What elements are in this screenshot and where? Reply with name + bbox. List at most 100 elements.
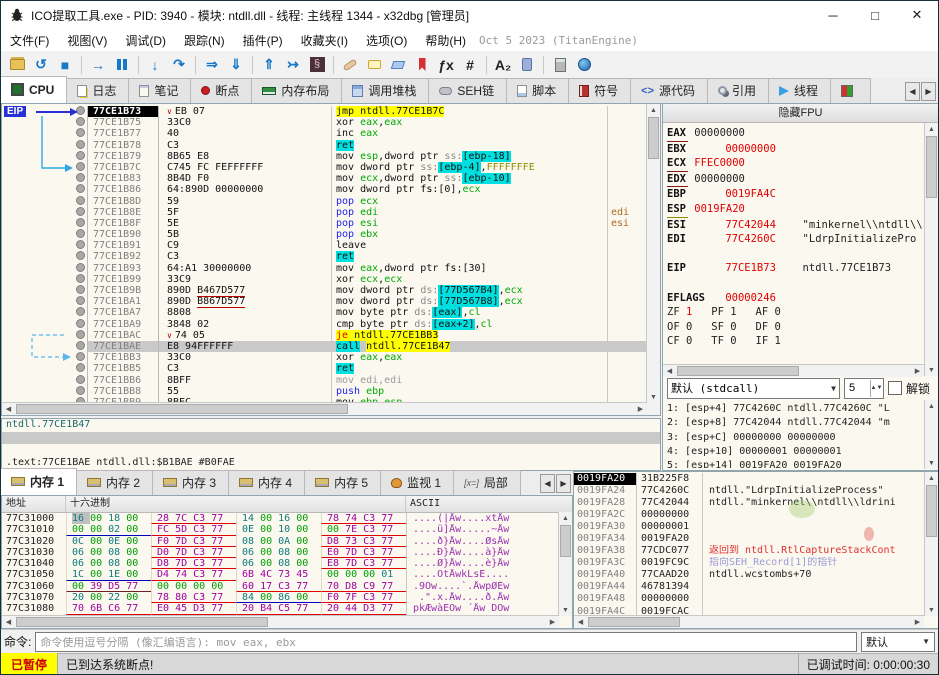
breakpoint-dot[interactable] — [76, 329, 85, 339]
registers-vertical-scrollbar[interactable]: ▲ ▼ — [924, 123, 938, 376]
breakpoint-dot[interactable] — [76, 184, 85, 194]
menu-item-f[interactable]: 文件(F) — [1, 32, 58, 50]
scroll-up-arrow[interactable]: ▲ — [559, 512, 572, 524]
tab-内存布局[interactable]: 内存布局 — [251, 78, 343, 103]
run-icon[interactable]: → — [87, 55, 109, 75]
scroll-down-arrow[interactable]: ▼ — [925, 457, 938, 469]
menu-item-v[interactable]: 视图(V) — [58, 32, 116, 50]
disasm-row[interactable]: 77CE1B8F 5E pop esi esi — [2, 217, 647, 230]
hide-fpu-button[interactable]: 隐藏FPU — [663, 104, 938, 123]
scroll-up-arrow[interactable]: ▲ — [925, 472, 938, 484]
scroll-left-arrow[interactable]: ◀ — [2, 403, 15, 415]
memtab-局部[interactable]: [x=] 局部 — [453, 470, 521, 495]
step-into-icon[interactable]: ↓ — [144, 55, 166, 75]
scroll-up-arrow[interactable]: ▲ — [925, 123, 938, 135]
disasm-vertical-scrollbar[interactable]: ▲ ▼ — [646, 104, 660, 415]
tab-脚本[interactable]: 脚本 — [506, 78, 570, 103]
disasm-row[interactable]: 77CE1B77 40 inc eax — [2, 128, 647, 140]
dump-row[interactable]: 77C31070 20 00 22 00 78 80 C3 77 84 00 86 0… — [2, 592, 572, 604]
disasm-row[interactable]: 77CE1BB8 55 push ebp — [2, 385, 647, 397]
stack-row[interactable]: 0019FA40 77CAAD20 ntdll.wcstombs+70 — [574, 569, 924, 582]
calling-convention-select[interactable]: 默认 (stdcall) ▼ — [667, 377, 840, 399]
breakpoint-dot[interactable] — [76, 296, 85, 306]
animate-icon[interactable]: § — [306, 55, 328, 75]
stack-row[interactable]: 0019FA2C 00000000 — [574, 509, 924, 522]
tab-scroll-left[interactable]: ◀ — [905, 82, 920, 101]
breakpoint-dot[interactable] — [76, 173, 85, 183]
tab-scroll-right[interactable]: ▶ — [921, 82, 936, 101]
stack-row[interactable]: 0019FA44 46781394 — [574, 581, 924, 594]
memtab-内存 5[interactable]: 内存 5 — [304, 470, 382, 495]
disasm-row[interactable]: 77CE1BA7 8808 mov byte ptr ds:[eax],cl — [2, 307, 647, 319]
disasm-row[interactable]: 77CE1B83 8B4D F0 mov ecx,dword ptr ss:[ebp… — [2, 173, 647, 185]
close-button[interactable]: ✕ — [896, 1, 938, 29]
breakpoint-dot[interactable] — [76, 363, 85, 373]
memtab-监视 1[interactable]: 监视 1 — [380, 470, 455, 495]
argument-row[interactable]: 3: [esp+C] 00000000 00000000 — [667, 431, 924, 445]
stop-icon[interactable]: ■ — [54, 55, 76, 75]
menu-item-d[interactable]: 调试(D) — [116, 32, 175, 50]
scroll-left-arrow[interactable]: ◀ — [2, 616, 15, 628]
menu-item-i[interactable]: 收藏夹(I) — [292, 32, 357, 50]
dump-row[interactable]: 77C31060 00 39 D5 77 00 00 00 00 60 17 C3 7… — [2, 580, 572, 593]
bookmark-icon[interactable] — [411, 55, 433, 75]
breakpoint-dot[interactable] — [76, 262, 85, 272]
arg-count-stepper[interactable]: 5 ▲▼ — [843, 377, 884, 399]
disasm-row[interactable]: 77CE1B90 5B pop ebx — [2, 229, 647, 241]
breakpoint-dot[interactable] — [76, 340, 85, 350]
memtab-内存 1[interactable]: 内存 1 — [1, 468, 78, 495]
dump-row[interactable]: 77C31000 16 00 18 00 28 7C C3 77 14 00 16 0… — [2, 513, 572, 525]
trace-into-icon[interactable]: ⇒ — [201, 55, 223, 75]
breakpoint-dot[interactable] — [76, 206, 85, 216]
comment-icon[interactable] — [363, 55, 385, 75]
tab-引用[interactable]: 引用 — [707, 78, 770, 103]
dump-vertical-scrollbar[interactable]: ▲ ▼ — [558, 512, 572, 616]
step-out-icon[interactable]: ⇑ — [258, 55, 280, 75]
scroll-left-arrow[interactable]: ◀ — [574, 616, 587, 628]
disasm-row[interactable]: 77CE1B86 64:890D 00000000 mov dword ptr fs… — [2, 184, 647, 196]
dump-row[interactable]: 77C31010 00 00 02 00 FC 5D C3 77 0E 00 10 0… — [2, 524, 572, 536]
stack-row[interactable]: 0019FA34 0019FA20 — [574, 533, 924, 546]
tab-SEH链[interactable]: SEH链 — [428, 78, 508, 103]
breakpoint-dot[interactable] — [76, 318, 85, 328]
disasm-row[interactable]: 77CE1B93 64:A1 30000000 mov eax,dword ptr … — [2, 262, 647, 274]
breakpoint-dot[interactable] — [76, 217, 85, 227]
stepper-arrows[interactable]: ▲▼ — [869, 379, 882, 397]
breakpoint-dot[interactable] — [76, 229, 85, 239]
calculator-icon[interactable] — [549, 55, 571, 75]
registers-horizontal-scrollbar[interactable]: ◀ ▶ — [663, 364, 924, 377]
maximize-button[interactable]: □ — [854, 1, 896, 29]
strings-icon[interactable]: A₂ — [492, 55, 514, 75]
tab-线程[interactable]: 线程 — [768, 78, 832, 103]
command-combo[interactable]: 默认 ▼ — [861, 631, 935, 652]
disasm-row[interactable]: 77CE1B78 C3 ret — [2, 139, 647, 151]
tab-源代码[interactable]: <> 源代码 — [630, 78, 709, 103]
argument-row[interactable]: 1: [esp+4] 77C4260C ntdll.77C4260C "L — [667, 402, 924, 416]
disasm-row[interactable]: 77CE1BAE E8 94FFFFFF call ntdll.77CE1B47 — [2, 340, 647, 353]
disasm-row[interactable]: 77CE1BB5 C3 ret — [2, 363, 647, 375]
breakpoint-dot[interactable] — [76, 251, 85, 261]
menu-item-h[interactable]: 帮助(H) — [416, 32, 475, 50]
breakpoint-dot[interactable] — [76, 352, 85, 362]
breakpoint-dot[interactable] — [76, 128, 85, 138]
stack-row[interactable]: 0019FA24 77C4260C ntdll."LdrpInitializePro… — [574, 485, 924, 498]
tab-调用堆栈[interactable]: 调用堆栈 — [341, 78, 430, 103]
breakpoint-dot[interactable] — [76, 106, 85, 115]
disasm-row[interactable]: 77CE1B8E 5F pop edi edi — [2, 206, 647, 218]
breakpoint-dot[interactable] — [76, 139, 85, 149]
breakpoint-dot[interactable] — [76, 273, 85, 283]
dump-row[interactable]: 77C31080 70 6B C6 77 E0 45 D3 77 20 B4 C5 7… — [2, 603, 572, 615]
memtab-内存 4[interactable]: 内存 4 — [228, 470, 306, 495]
memtab-scroll-right[interactable]: ▶ — [556, 474, 571, 493]
disasm-row[interactable]: 77CE1B7C C745 FC FEFFFFFF mov dword ptr ss… — [2, 161, 647, 174]
modules-icon[interactable] — [516, 55, 538, 75]
minimize-button[interactable]: ─ — [812, 1, 854, 29]
args-vertical-scrollbar[interactable]: ▲ ▼ — [924, 400, 938, 469]
breakpoint-dot[interactable] — [76, 161, 85, 171]
argument-row[interactable]: 2: [esp+8] 77C42044 ntdll.77C42044 "m — [667, 416, 924, 430]
tab-笔记[interactable]: 笔记 — [128, 78, 192, 103]
stack-row[interactable]: 0019FA30 00000001 — [574, 521, 924, 534]
scroll-up-arrow[interactable]: ▲ — [647, 104, 660, 116]
disasm-row[interactable]: 77CE1B79 8B65 E8 mov esp,dword ptr ss:[ebp… — [2, 150, 647, 162]
disasm-row[interactable]: 77CE1BA9 3848 02 cmp byte ptr ds:[eax+2],c… — [2, 318, 647, 330]
